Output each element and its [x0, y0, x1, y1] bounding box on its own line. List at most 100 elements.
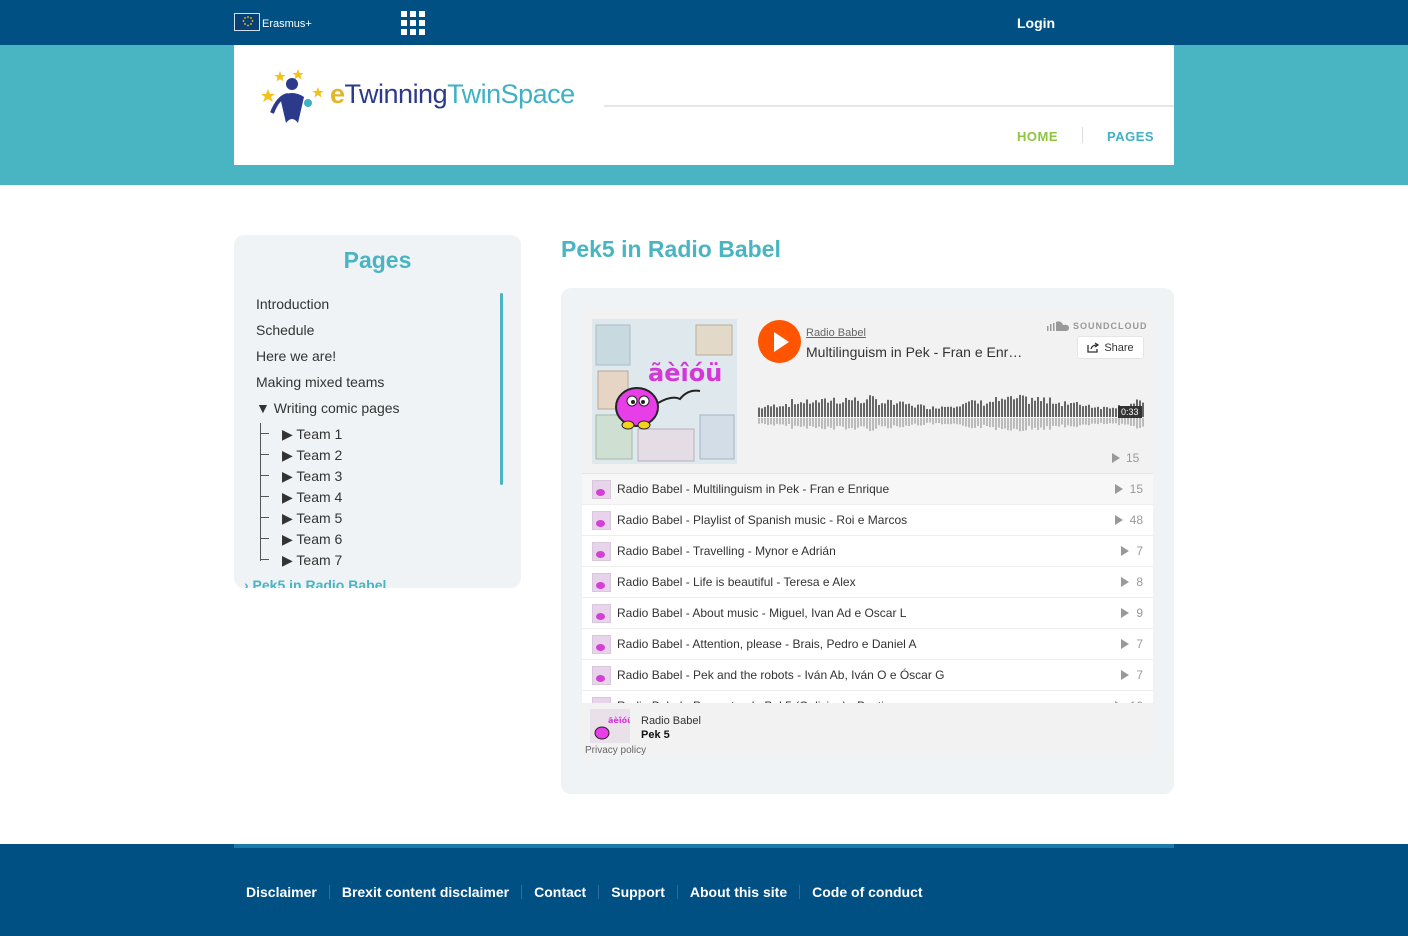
waveform-bar-reflection: [854, 418, 856, 430]
waveform-bar-reflection: [1016, 418, 1018, 430]
track-title[interactable]: Multilinguism in Pek - Fran e Enr…: [806, 344, 1041, 360]
privacy-policy-link[interactable]: Privacy policy: [585, 745, 646, 756]
waveform-bar: [908, 403, 910, 417]
footer-link-disclaimer[interactable]: Disclaimer: [234, 884, 329, 900]
waveform-bar-reflection: [881, 418, 883, 427]
waveform-bar-reflection: [761, 418, 763, 424]
tree-connector: [260, 423, 261, 561]
apps-grid-icon[interactable]: [401, 11, 425, 35]
waveform-bar: [1058, 402, 1060, 417]
sidebar-scrollbar[interactable]: [500, 293, 503, 485]
soundcloud-logo[interactable]: SOUNDCLOUD: [1047, 321, 1148, 331]
waveform-bar: [818, 402, 820, 417]
sidebar-item-team-2[interactable]: ▶ Team 2: [282, 447, 342, 464]
header-play-count: 15: [1112, 451, 1139, 465]
footer-rule: [234, 844, 1174, 848]
waveform-bar-reflection: [1079, 418, 1081, 426]
waveform-bar-reflection: [791, 418, 793, 429]
waveform-bar: [986, 403, 988, 417]
waveform-bar-reflection: [1127, 418, 1129, 425]
waveform-bar: [923, 405, 925, 417]
sidebar-item-team-4[interactable]: ▶ Team 4: [282, 489, 342, 506]
track-row-title: Radio Babel - About music - Miguel, Ivan…: [617, 606, 907, 620]
waveform-bar-reflection: [1115, 418, 1117, 424]
waveform-bar: [773, 404, 775, 417]
etwinning-logo[interactable]: eTwinningTwinSpace: [258, 67, 578, 127]
sidebar-item-team-6[interactable]: ▶ Team 6: [282, 531, 342, 548]
track-artwork[interactable]: ãèîóü: [592, 319, 737, 464]
track-thumbnail: [592, 573, 611, 592]
track-user-link[interactable]: Radio Babel: [806, 327, 866, 339]
waveform-bar: [878, 404, 880, 417]
waveform-bar: [758, 407, 760, 417]
waveform-bar: [833, 397, 835, 417]
waveform-bar-reflection: [1028, 418, 1030, 426]
footer-link-code-of-conduct[interactable]: Code of conduct: [800, 884, 934, 900]
waveform-bar: [905, 404, 907, 417]
waveform-bar-reflection: [1022, 418, 1024, 431]
nav-home[interactable]: HOME: [1017, 129, 1058, 144]
track-play-count: 9: [1121, 606, 1143, 620]
sidebar-item-making-mixed-teams[interactable]: Making mixed teams: [256, 374, 384, 390]
waveform-bar: [959, 406, 961, 417]
waveform-bar-reflection: [1133, 418, 1135, 427]
track-row[interactable]: Radio Babel - Playlist of Spanish music …: [582, 505, 1153, 536]
sidebar-item-team-1[interactable]: ▶ Team 1: [282, 426, 342, 443]
waveform-bar: [980, 400, 982, 417]
track-row[interactable]: Radio Babel - About music - Miguel, Ivan…: [582, 598, 1153, 629]
waveform-bar-reflection: [995, 418, 997, 430]
track-row[interactable]: Radio Babel - Life is beautiful - Teresa…: [582, 567, 1153, 598]
track-play-count: 7: [1121, 668, 1143, 682]
waveform-bar-reflection: [758, 418, 760, 424]
waveform-bar-reflection: [1088, 418, 1090, 426]
track-row[interactable]: Radio Babel - Pek and the robots - Iván …: [582, 660, 1153, 691]
sidebar-item-team-7[interactable]: ▶ Team 7: [282, 552, 342, 569]
waveform-bar: [1001, 398, 1003, 417]
waveform-bar: [836, 403, 838, 417]
waveform-bar: [1022, 395, 1024, 417]
waveform-bar: [1064, 401, 1066, 417]
waveform-bar-reflection: [872, 418, 874, 431]
waveform[interactable]: [758, 381, 1144, 437]
sidebar-item-introduction[interactable]: Introduction: [256, 296, 329, 312]
waveform-bar: [914, 407, 916, 417]
share-button[interactable]: Share: [1077, 336, 1144, 359]
playlist-title[interactable]: Pek 5: [641, 729, 670, 741]
waveform-bar-reflection: [962, 418, 964, 426]
waveform-bar-reflection: [809, 418, 811, 426]
footer-link-contact[interactable]: Contact: [522, 884, 598, 900]
footer-link-support[interactable]: Support: [599, 884, 677, 900]
waveform-bar-reflection: [917, 418, 919, 426]
track-row[interactable]: Radio Babel - Attention, please - Brais,…: [582, 629, 1153, 660]
waveform-bar: [1019, 394, 1021, 417]
waveform-bar: [956, 406, 958, 417]
sidebar-item-here-we-are[interactable]: Here we are!: [256, 348, 336, 364]
playlist-user[interactable]: Radio Babel: [641, 715, 701, 727]
waveform-bar: [1007, 396, 1009, 417]
nav-pages[interactable]: PAGES: [1107, 129, 1154, 144]
waveform-bar: [953, 407, 955, 417]
track-row[interactable]: Radio Babel - Travelling - Mynor e Adriá…: [582, 536, 1153, 567]
player-header: ãèîóü Radio Babel Multilinguism in Pek -…: [582, 309, 1153, 474]
waveform-bar-reflection: [983, 418, 985, 425]
play-count-icon: [1112, 453, 1120, 463]
waveform-bar: [881, 403, 883, 417]
sidebar-item-team-3[interactable]: ▶ Team 3: [282, 468, 342, 485]
sidebar-item-pek5-current[interactable]: › Pek5 in Radio Babel: [244, 577, 386, 588]
waveform-bar: [770, 406, 772, 417]
waveform-bar: [788, 406, 790, 417]
waveform-bar: [848, 399, 850, 417]
track-row-title: Radio Babel - Pek and the robots - Iván …: [617, 668, 945, 682]
footer-link-brexit-content-disclaimer[interactable]: Brexit content disclaimer: [330, 884, 521, 900]
track-play-count: 7: [1121, 544, 1143, 558]
sidebar-item-schedule[interactable]: Schedule: [256, 322, 314, 338]
waveform-bar: [944, 406, 946, 417]
play-button[interactable]: [758, 320, 801, 363]
track-row[interactable]: Radio Babel - Multilinguism in Pek - Fra…: [582, 474, 1153, 505]
sidebar-item-writing-comic-pages[interactable]: ▼ Writing comic pages: [256, 400, 400, 416]
sidebar-item-team-5[interactable]: ▶ Team 5: [282, 510, 342, 527]
footer-link-about-this-site[interactable]: About this site: [678, 884, 799, 900]
playlist-artwork[interactable]: ãèîóü: [590, 709, 630, 743]
login-link[interactable]: Login: [1017, 15, 1055, 31]
waveform-bar-reflection: [926, 418, 928, 423]
